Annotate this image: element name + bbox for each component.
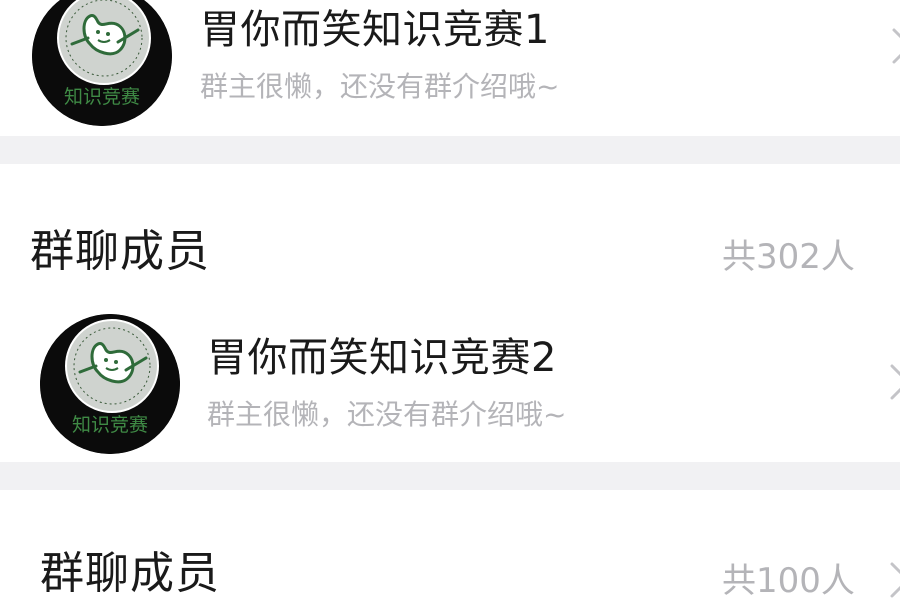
avatar-label-1: 知识竞赛	[63, 86, 140, 108]
group-members-label-2: 群聊成员	[40, 548, 220, 599]
chevron-right-icon	[890, 562, 900, 598]
chevron-right-icon	[892, 28, 900, 64]
avatar-label-2: 知识竞赛	[71, 414, 148, 436]
group-members-label-1: 群聊成员	[30, 226, 210, 277]
group-name-2: 胃你而笑知识竞赛2	[207, 335, 557, 381]
group-description-2: 群主很懒，还没有群介绍哦~	[207, 398, 567, 431]
section-divider	[0, 462, 900, 490]
chevron-right-icon	[890, 364, 900, 400]
group-avatar-1: 知识竞赛	[32, 0, 172, 126]
group-members-count-1: 共302人	[722, 237, 855, 277]
group-members-count-2: 共100人	[722, 561, 855, 601]
group-avatar-2: 知识竞赛	[40, 314, 180, 454]
section-divider	[0, 136, 900, 164]
group-name-1: 胃你而笑知识竞赛1	[200, 7, 550, 53]
group-description-1: 群主很懒，还没有群介绍哦~	[200, 70, 560, 103]
